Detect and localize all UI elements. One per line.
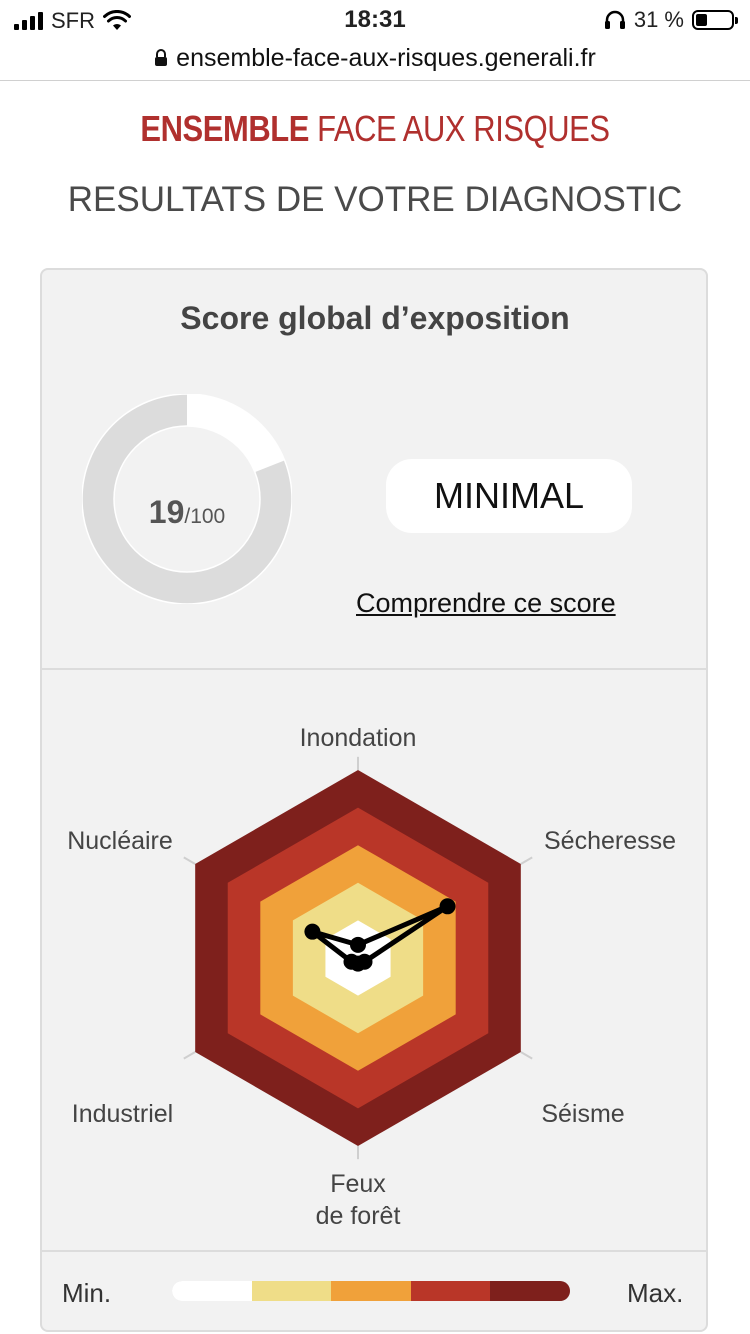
- radar-axis-tick-3: [520, 1051, 533, 1060]
- axis-label-nucleaire: Nucléaire: [67, 827, 173, 855]
- status-right: 31 %: [604, 7, 738, 33]
- axis-label-feux-line1: Feux: [330, 1170, 386, 1198]
- brand-rest-text: FACE AUX RISQUES: [317, 108, 610, 149]
- legend-color-scale: [172, 1281, 570, 1301]
- legend-swatch-3: [331, 1281, 411, 1301]
- status-bar: SFR 18:31 31 %: [0, 0, 750, 40]
- exposure-level-badge: MINIMAL: [386, 459, 632, 533]
- lock-icon: [155, 49, 168, 66]
- radar-point-1: [350, 936, 366, 953]
- understand-score-link[interactable]: Comprendre ce score: [356, 588, 616, 619]
- legend-max-label: Max.: [627, 1278, 684, 1308]
- headphones-icon: [604, 10, 625, 29]
- address-bar[interactable]: ensemble-face-aux-risques.generali.fr: [0, 38, 750, 78]
- score-number: 19: [148, 494, 185, 530]
- page-title: RESULTATS DE VOTRE DIAGNOSTIC: [67, 180, 683, 219]
- brand-bold-text: ENSEMBLE: [140, 108, 309, 149]
- legend-min-label: Min.: [62, 1278, 112, 1308]
- radar-point-6: [304, 923, 321, 940]
- legend-swatch-5: [490, 1281, 570, 1301]
- brand-logo[interactable]: ENSEMBLE FACE AUX RISQUES: [53, 108, 698, 150]
- battery-icon: [692, 10, 738, 30]
- toolbar-separator: [0, 80, 750, 81]
- battery-percent: 31 %: [633, 7, 684, 32]
- axis-label-industriel: Industriel: [71, 1100, 174, 1128]
- legend-swatch-2: [251, 1281, 332, 1301]
- radar-axis-tick-5: [183, 1051, 196, 1060]
- legend-swatch-1: [172, 1281, 252, 1301]
- radar-axis-tick-2: [520, 856, 533, 865]
- score-value: 19/100: [82, 494, 292, 531]
- axis-label-seisme: Séisme: [541, 1100, 625, 1128]
- legend-swatch-4: [410, 1281, 491, 1301]
- radar-axis-tick-6: [183, 856, 196, 865]
- score-title: Score global d’exposition: [180, 300, 570, 336]
- url-text: ensemble-face-aux-risques.generali.fr: [176, 43, 596, 72]
- axis-label-feux-line2: de forêt: [315, 1202, 401, 1230]
- radar-point-2: [439, 898, 456, 915]
- legend-divider: [42, 1250, 706, 1252]
- axis-label-feux-de-foret: Feux de forêt: [258, 1168, 458, 1232]
- radar-point-5: [343, 953, 360, 970]
- axis-label-inondation: Inondation: [299, 724, 417, 752]
- axis-label-secheresse: Sécheresse: [543, 827, 677, 855]
- section-divider: [42, 668, 706, 670]
- score-max: /100: [184, 505, 226, 528]
